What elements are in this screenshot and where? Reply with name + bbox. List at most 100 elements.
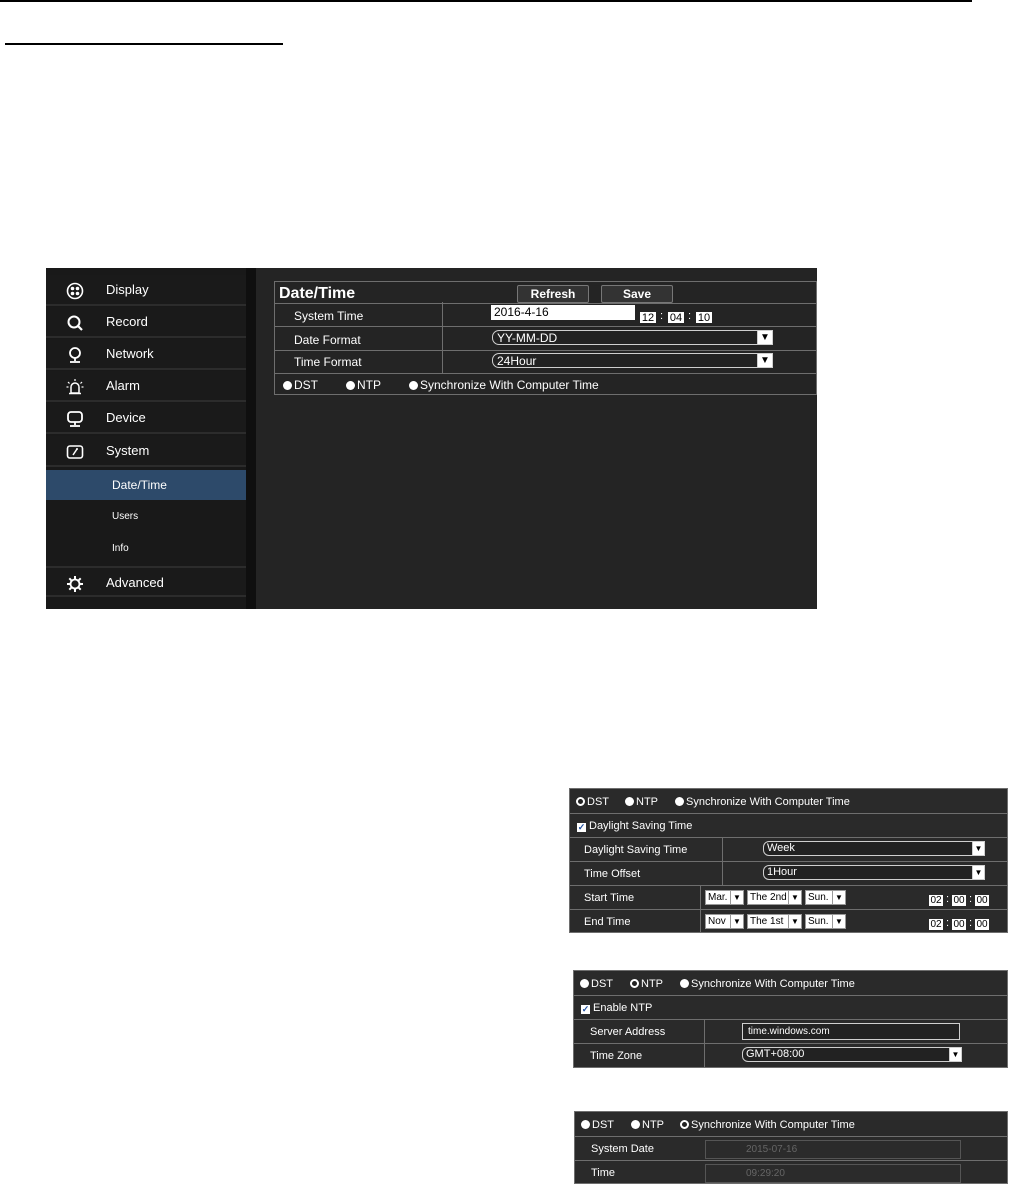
radio-icon[interactable] — [680, 979, 689, 988]
start-second-input[interactable]: 00 — [975, 895, 989, 906]
sidebar-item-display[interactable]: Display — [46, 275, 246, 306]
select-value: Week — [767, 842, 795, 854]
second-input[interactable]: 10 — [696, 312, 712, 324]
date-format-label: Date Format — [294, 333, 361, 347]
chevron-down-icon[interactable]: ▼ — [949, 1047, 962, 1062]
start-hour-input[interactable]: 02 — [929, 895, 943, 906]
end-week-select[interactable]: The 1st ▼ — [747, 914, 802, 929]
ntp-radio[interactable]: NTP — [625, 796, 658, 808]
row-divider — [574, 995, 1007, 996]
start-week-select[interactable]: The 2nd ▼ — [747, 890, 802, 905]
sidebar-item-device[interactable]: Device — [46, 403, 246, 434]
end-month-select[interactable]: Nov ▼ — [705, 914, 744, 929]
chevron-down-icon[interactable]: ▼ — [788, 891, 801, 904]
checkbox-checked-icon[interactable]: ✓ — [581, 1005, 590, 1014]
radio-label: Synchronize With Computer Time — [691, 978, 855, 990]
page-title: Date/Time — [279, 285, 356, 302]
hour-input[interactable]: 12 — [640, 312, 656, 324]
radio-label: Synchronize With Computer Time — [420, 378, 599, 392]
chevron-down-icon[interactable]: ▼ — [730, 891, 743, 904]
select-value: 24Hour — [497, 354, 537, 368]
radio-icon[interactable] — [675, 797, 684, 806]
time-offset-select[interactable]: 1Hour ▼ — [763, 865, 985, 880]
radio-label: NTP — [641, 978, 663, 990]
radio-icon[interactable] — [283, 381, 292, 390]
ntp-radio[interactable]: NTP — [630, 978, 663, 990]
chevron-down-icon[interactable]: ▼ — [832, 891, 845, 904]
gear-icon — [67, 576, 83, 592]
checkbox-checked-icon[interactable]: ✓ — [577, 823, 586, 832]
minute-input[interactable]: 04 — [668, 312, 684, 324]
end-hour-input[interactable]: 02 — [929, 919, 943, 930]
dst-checkbox[interactable]: ✓ Daylight Saving Time — [577, 820, 692, 832]
radio-selected-icon[interactable] — [576, 797, 585, 806]
start-minute-input[interactable]: 00 — [952, 895, 966, 906]
dst-radio[interactable]: DST — [576, 796, 609, 808]
row-divider — [574, 1019, 1007, 1020]
sync-radio[interactable]: Synchronize With Computer Time — [680, 978, 855, 990]
end-day-select[interactable]: Sun. ▼ — [805, 914, 846, 929]
sync-settings-panel: DST NTP Synchronize With Computer Time S… — [574, 1111, 1008, 1184]
start-month-select[interactable]: Mar. ▼ — [705, 890, 744, 905]
select-value: GMT+08:00 — [746, 1048, 805, 1060]
save-button[interactable]: Save — [601, 285, 673, 303]
date-format-select[interactable]: YY-MM-DD ▼ — [492, 330, 773, 345]
refresh-button[interactable]: Refresh — [517, 285, 589, 303]
dst-radio[interactable]: DST — [581, 1119, 614, 1131]
enable-ntp-checkbox[interactable]: ✓ Enable NTP — [581, 1002, 652, 1014]
chevron-down-icon[interactable]: ▼ — [730, 915, 743, 928]
sidebar-item-advanced[interactable]: Advanced — [46, 566, 246, 597]
time-label: Time — [591, 1167, 616, 1179]
sidebar-item-record[interactable]: Record — [46, 307, 246, 338]
sidebar-subitem-info[interactable]: Info — [46, 534, 246, 564]
system-date-display: 2015-07-16 — [705, 1140, 961, 1159]
end-second-input[interactable]: 00 — [975, 919, 989, 930]
radio-selected-icon[interactable] — [630, 979, 639, 988]
sidebar-subitem-users[interactable]: Users — [46, 502, 246, 532]
radio-icon[interactable] — [580, 979, 589, 988]
row-divider — [575, 1136, 1007, 1137]
time-separator: : — [946, 917, 950, 929]
ntp-radio[interactable]: NTP — [346, 378, 381, 392]
chevron-down-icon[interactable]: ▼ — [972, 865, 985, 880]
start-time-label: Start Time — [584, 892, 635, 904]
radio-icon[interactable] — [409, 381, 418, 390]
dst-radio[interactable]: DST — [580, 978, 613, 990]
chevron-down-icon[interactable]: ▼ — [757, 353, 773, 368]
sidebar-subitem-label: Users — [112, 511, 139, 522]
select-value: The 1st — [750, 916, 784, 927]
chevron-down-icon[interactable]: ▼ — [757, 330, 773, 345]
system-date-input[interactable]: 2016-4-16 — [491, 305, 635, 320]
row-divider — [570, 861, 1007, 862]
radio-icon[interactable] — [631, 1120, 640, 1129]
sync-radio[interactable]: Synchronize With Computer Time — [675, 796, 850, 808]
time-separator: : — [660, 310, 664, 322]
radio-icon[interactable] — [346, 381, 355, 390]
time-zone-select[interactable]: GMT+08:00 ▼ — [742, 1047, 962, 1062]
time-format-select[interactable]: 24Hour ▼ — [492, 353, 773, 368]
dst-mode-select[interactable]: Week ▼ — [763, 841, 985, 856]
chevron-down-icon[interactable]: ▼ — [972, 841, 985, 856]
radio-icon[interactable] — [581, 1120, 590, 1129]
sidebar-item-system[interactable]: System — [46, 436, 246, 467]
sync-radio[interactable]: Synchronize With Computer Time — [409, 378, 599, 392]
dst-mode-label: Daylight Saving Time — [584, 844, 688, 856]
sidebar-item-label: Network — [106, 346, 154, 361]
monitor-icon — [67, 411, 83, 427]
system-icon — [66, 445, 84, 459]
ntp-radio[interactable]: NTP — [631, 1119, 664, 1131]
end-minute-input[interactable]: 00 — [952, 919, 966, 930]
sidebar-item-alarm[interactable]: Alarm — [46, 371, 246, 402]
server-address-input[interactable]: time.windows.com — [742, 1023, 960, 1040]
radio-label: DST — [592, 1119, 614, 1131]
sync-radio[interactable]: Synchronize With Computer Time — [680, 1119, 855, 1131]
dst-radio[interactable]: DST — [283, 378, 318, 392]
radio-icon[interactable] — [625, 797, 634, 806]
sidebar-item-network[interactable]: Network — [46, 339, 246, 370]
chevron-down-icon[interactable]: ▼ — [832, 915, 845, 928]
start-day-select[interactable]: Sun. ▼ — [805, 890, 846, 905]
radio-selected-icon[interactable] — [680, 1120, 689, 1129]
sidebar-item-label: Device — [106, 410, 146, 425]
chevron-down-icon[interactable]: ▼ — [788, 915, 801, 928]
sidebar-subitem-datetime[interactable]: Date/Time — [46, 470, 246, 500]
